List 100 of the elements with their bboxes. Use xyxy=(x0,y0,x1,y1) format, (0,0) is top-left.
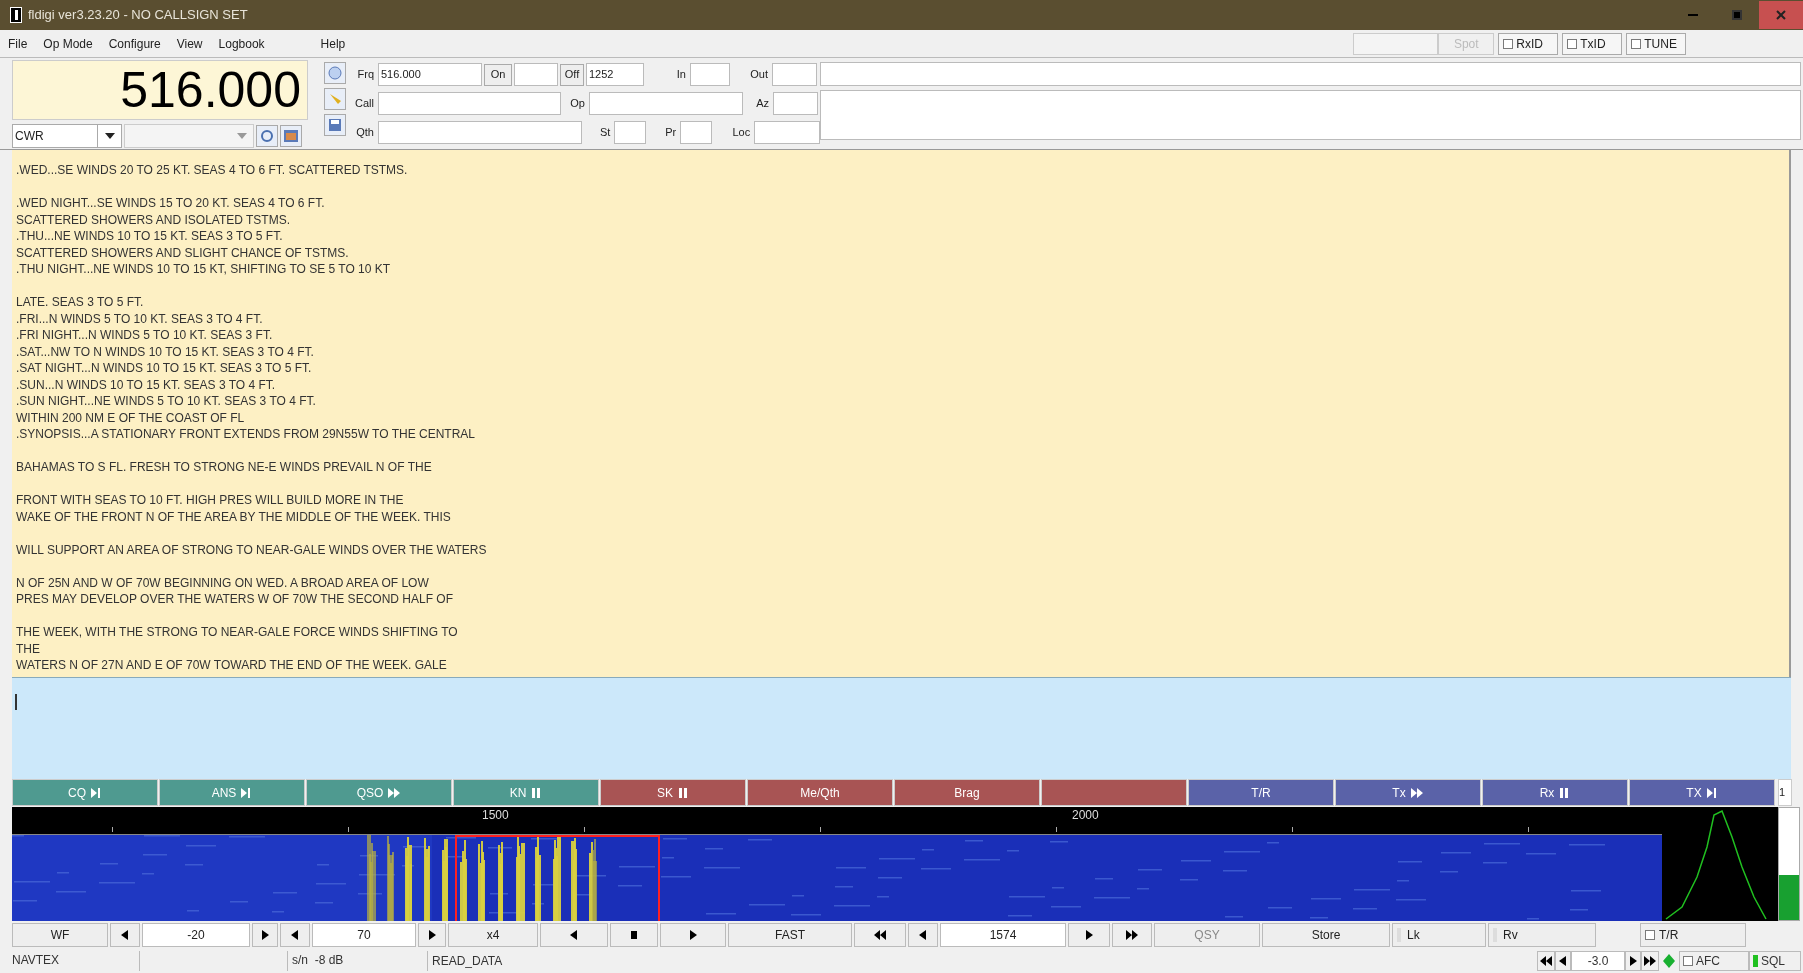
log-button[interactable] xyxy=(324,114,346,136)
value-field[interactable]: 70 xyxy=(312,923,416,947)
input-field[interactable] xyxy=(589,92,743,115)
receive-text-line: .SAT NIGHT...N WINDS 10 TO 15 KT. SEAS 3 TO 5 FT. xyxy=(16,360,312,377)
input-field[interactable] xyxy=(614,121,647,144)
input-field[interactable]: 1252 xyxy=(586,63,644,86)
arrow-button[interactable] xyxy=(1112,923,1152,947)
macro-button[interactable]: Rx xyxy=(1482,779,1628,806)
transmit-field[interactable] xyxy=(12,677,1791,779)
stop-icon xyxy=(628,929,640,941)
input-field[interactable] xyxy=(773,92,818,115)
receive-text-line: .FRI NIGHT...N WINDS 5 TO 10 KT. SEAS 3 FT. xyxy=(16,327,273,344)
macro-button[interactable]: T/R xyxy=(1188,779,1334,806)
arrow-button[interactable] xyxy=(1537,950,1555,971)
arrow-button[interactable] xyxy=(1068,923,1110,947)
arrow-button[interactable] xyxy=(908,923,938,947)
input-field[interactable] xyxy=(377,121,583,144)
toggle-label: RxID xyxy=(1516,35,1543,53)
checkbox[interactable] xyxy=(1503,38,1514,49)
receive-text-line: WAKE OF THE FRONT N OF THE AREA BY THE MIDDLE OF THE WEEK. THIS xyxy=(16,508,451,525)
receive-text-line: .FRI...N WINDS 5 TO 10 KT. SEAS 3 TO 4 FT. xyxy=(16,310,263,327)
globe-button[interactable] xyxy=(324,62,346,84)
field-label: In xyxy=(675,67,687,83)
frequency-display[interactable]: 516.000 xyxy=(12,60,308,120)
input-field[interactable] xyxy=(378,92,561,115)
afc-checkbox[interactable]: AFC xyxy=(1679,950,1749,971)
sql-button[interactable]: SQL xyxy=(1749,950,1801,971)
receive-text-line: THE xyxy=(16,640,40,657)
control-button[interactable]: x4 xyxy=(448,923,538,947)
control-button[interactable]: Store xyxy=(1262,923,1390,947)
input-field[interactable] xyxy=(772,63,817,86)
pause-icon xyxy=(677,786,689,799)
control-button[interactable]: FAST xyxy=(728,923,852,947)
receive-text-line: WATERS N OF 27N AND E OF 70W TOWARD THE END OF THE WEEK. GALE xyxy=(16,657,447,674)
arrow-button[interactable] xyxy=(1555,950,1571,971)
input-field[interactable] xyxy=(690,63,730,86)
macro-button[interactable]: Tx xyxy=(1335,779,1481,806)
toggle-checkbox[interactable]: RxID xyxy=(1498,32,1559,55)
menu-item[interactable]: View xyxy=(168,34,211,53)
right-arrow-icon xyxy=(1083,929,1095,941)
offset-field[interactable]: -3.0 xyxy=(1571,950,1625,971)
window-button[interactable] xyxy=(280,125,302,147)
toggle-checkbox[interactable]: TxID xyxy=(1562,32,1623,55)
waterfall-drawing[interactable] xyxy=(12,835,1662,921)
globe-icon xyxy=(328,66,342,80)
arrow-button[interactable] xyxy=(1641,950,1659,971)
scale-label: 2000 xyxy=(1072,808,1099,822)
arrow-button[interactable] xyxy=(1625,950,1641,971)
receive-text-line: N OF 25N AND W OF 70W BEGINNING ON WED. A BROAD AREA OF LOW xyxy=(16,574,429,591)
macro-button[interactable]: Me/Qth xyxy=(747,779,893,806)
field-label: Loc xyxy=(731,125,752,141)
input-field[interactable]: 516.000 xyxy=(378,63,482,86)
arrow-button[interactable] xyxy=(280,923,310,947)
checkbox[interactable] xyxy=(1683,955,1693,966)
menu-item[interactable]: File xyxy=(0,34,36,53)
control-button[interactable]: WF xyxy=(12,923,108,947)
value-field[interactable]: 1574 xyxy=(940,923,1066,947)
menu-item[interactable]: Configure xyxy=(100,34,169,53)
right-arrow-icon xyxy=(687,929,699,941)
tr-checkbox[interactable]: T/R xyxy=(1640,923,1746,947)
caret-icon xyxy=(104,133,115,139)
checkbox[interactable] xyxy=(1567,38,1578,49)
value-field[interactable]: -20 xyxy=(142,923,250,947)
toggle-button[interactable]: Lk xyxy=(1392,923,1486,947)
log-button[interactable]: Off xyxy=(560,63,584,86)
input-field[interactable] xyxy=(754,121,820,144)
arrow-button[interactable] xyxy=(110,923,140,947)
text-cursor-icon xyxy=(15,694,17,710)
arrow-button[interactable] xyxy=(660,923,726,947)
macro-button[interactable]: SK xyxy=(600,779,746,806)
notes-field[interactable] xyxy=(820,90,1801,140)
arrow-button[interactable] xyxy=(252,923,278,947)
close-button[interactable] xyxy=(1759,1,1803,29)
menu-item[interactable]: Logbook xyxy=(210,34,273,53)
receive-text-line: WILL SUPPORT AN AREA OF STRONG TO NEAR-GALE WINDS OVER THE WATERS xyxy=(16,541,487,558)
input-field[interactable] xyxy=(680,121,713,144)
macro-bank-label[interactable]: 1 xyxy=(1778,779,1792,806)
fast-forward-icon xyxy=(387,786,402,799)
notes-field[interactable] xyxy=(820,62,1801,86)
macro-button[interactable]: Brag xyxy=(894,779,1040,806)
refresh-button[interactable] xyxy=(256,125,278,147)
checkbox[interactable] xyxy=(1645,930,1655,940)
play-end-icon xyxy=(1705,786,1718,799)
arrow-button[interactable] xyxy=(418,923,446,947)
toggle-button[interactable]: Rv xyxy=(1488,923,1596,947)
checkbox[interactable] xyxy=(1631,38,1642,49)
macro-button[interactable] xyxy=(1041,779,1187,806)
receive-text-line: .SAT...NW TO N WINDS 10 TO 15 KT. SEAS 3 TO 4 FT. xyxy=(16,343,314,360)
status-state: READ_DATA xyxy=(431,952,503,970)
menu-item[interactable]: Op Mode xyxy=(35,34,101,53)
macro-button[interactable]: TX xyxy=(1629,779,1775,806)
menu-item[interactable]: Help xyxy=(312,34,354,53)
input-field[interactable] xyxy=(514,63,558,86)
log-button[interactable]: On xyxy=(484,63,512,86)
field-label: St xyxy=(599,125,612,141)
arrow-button[interactable] xyxy=(854,923,906,947)
arrow-button[interactable] xyxy=(610,923,658,947)
arrow-button[interactable] xyxy=(540,923,608,947)
mode-dropdown[interactable]: CWR xyxy=(12,124,122,148)
toggle-checkbox[interactable]: TUNE xyxy=(1626,32,1687,55)
